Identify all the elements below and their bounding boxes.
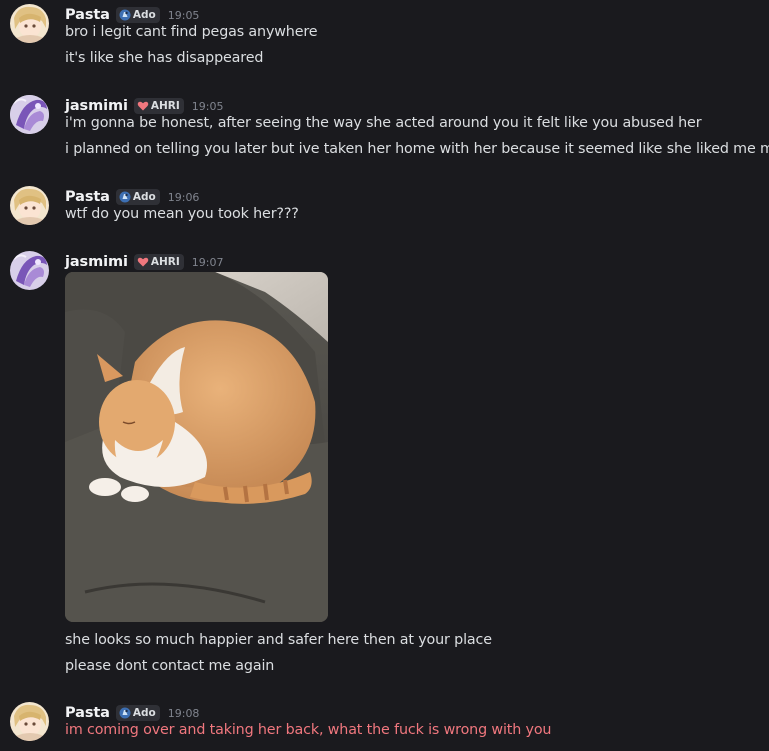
avatar[interactable] — [10, 4, 49, 43]
heart-icon — [137, 100, 149, 112]
avatar[interactable] — [10, 702, 49, 741]
heart-icon — [137, 256, 149, 268]
username[interactable]: Pasta — [65, 705, 110, 721]
server-tag[interactable]: Ado — [115, 705, 160, 721]
ado-tag-icon — [119, 9, 131, 21]
username[interactable]: jasmimi — [65, 254, 128, 270]
message-text: wtf do you mean you took her??? — [65, 206, 299, 222]
message-text: i'm gonna be honest, after seeing the wa… — [65, 115, 702, 131]
tag-label: AHRI — [150, 100, 180, 112]
server-tag[interactable]: Ado — [115, 189, 160, 205]
username[interactable]: Pasta — [65, 7, 110, 23]
ado-tag-icon — [119, 191, 131, 203]
message-text: bro i legit cant find pegas anywhere — [65, 24, 318, 40]
tag-label: Ado — [132, 707, 156, 719]
timestamp[interactable]: 19:08 — [168, 707, 200, 720]
server-tag[interactable]: Ado — [115, 7, 160, 23]
avatar[interactable] — [10, 186, 49, 225]
avatar[interactable] — [10, 95, 49, 134]
username[interactable]: Pasta — [65, 189, 110, 205]
chat-messages: Pasta Ado 19:05 bro i legit cant find pe… — [0, 0, 769, 751]
ado-tag-icon — [119, 707, 131, 719]
tag-label: Ado — [132, 191, 156, 203]
message-text: she looks so much happier and safer here… — [65, 632, 492, 648]
timestamp[interactable]: 19:06 — [168, 191, 200, 204]
timestamp[interactable]: 19:05 — [168, 9, 200, 22]
message-text: i planned on telling you later but ive t… — [65, 141, 769, 157]
timestamp[interactable]: 19:07 — [192, 256, 224, 269]
tag-label: AHRI — [150, 256, 180, 268]
message-text: it's like she has disappeared — [65, 50, 264, 66]
cat-photo-attachment[interactable] — [65, 272, 328, 622]
server-tag[interactable]: AHRI — [133, 98, 184, 114]
timestamp[interactable]: 19:05 — [192, 100, 224, 113]
tag-label: Ado — [132, 9, 156, 21]
server-tag[interactable]: AHRI — [133, 254, 184, 270]
message-text: please dont contact me again — [65, 658, 275, 674]
cat-photo-icon — [65, 272, 328, 622]
username[interactable]: jasmimi — [65, 98, 128, 114]
avatar[interactable] — [10, 251, 49, 290]
message-text: im coming over and taking her back, what… — [65, 722, 552, 738]
